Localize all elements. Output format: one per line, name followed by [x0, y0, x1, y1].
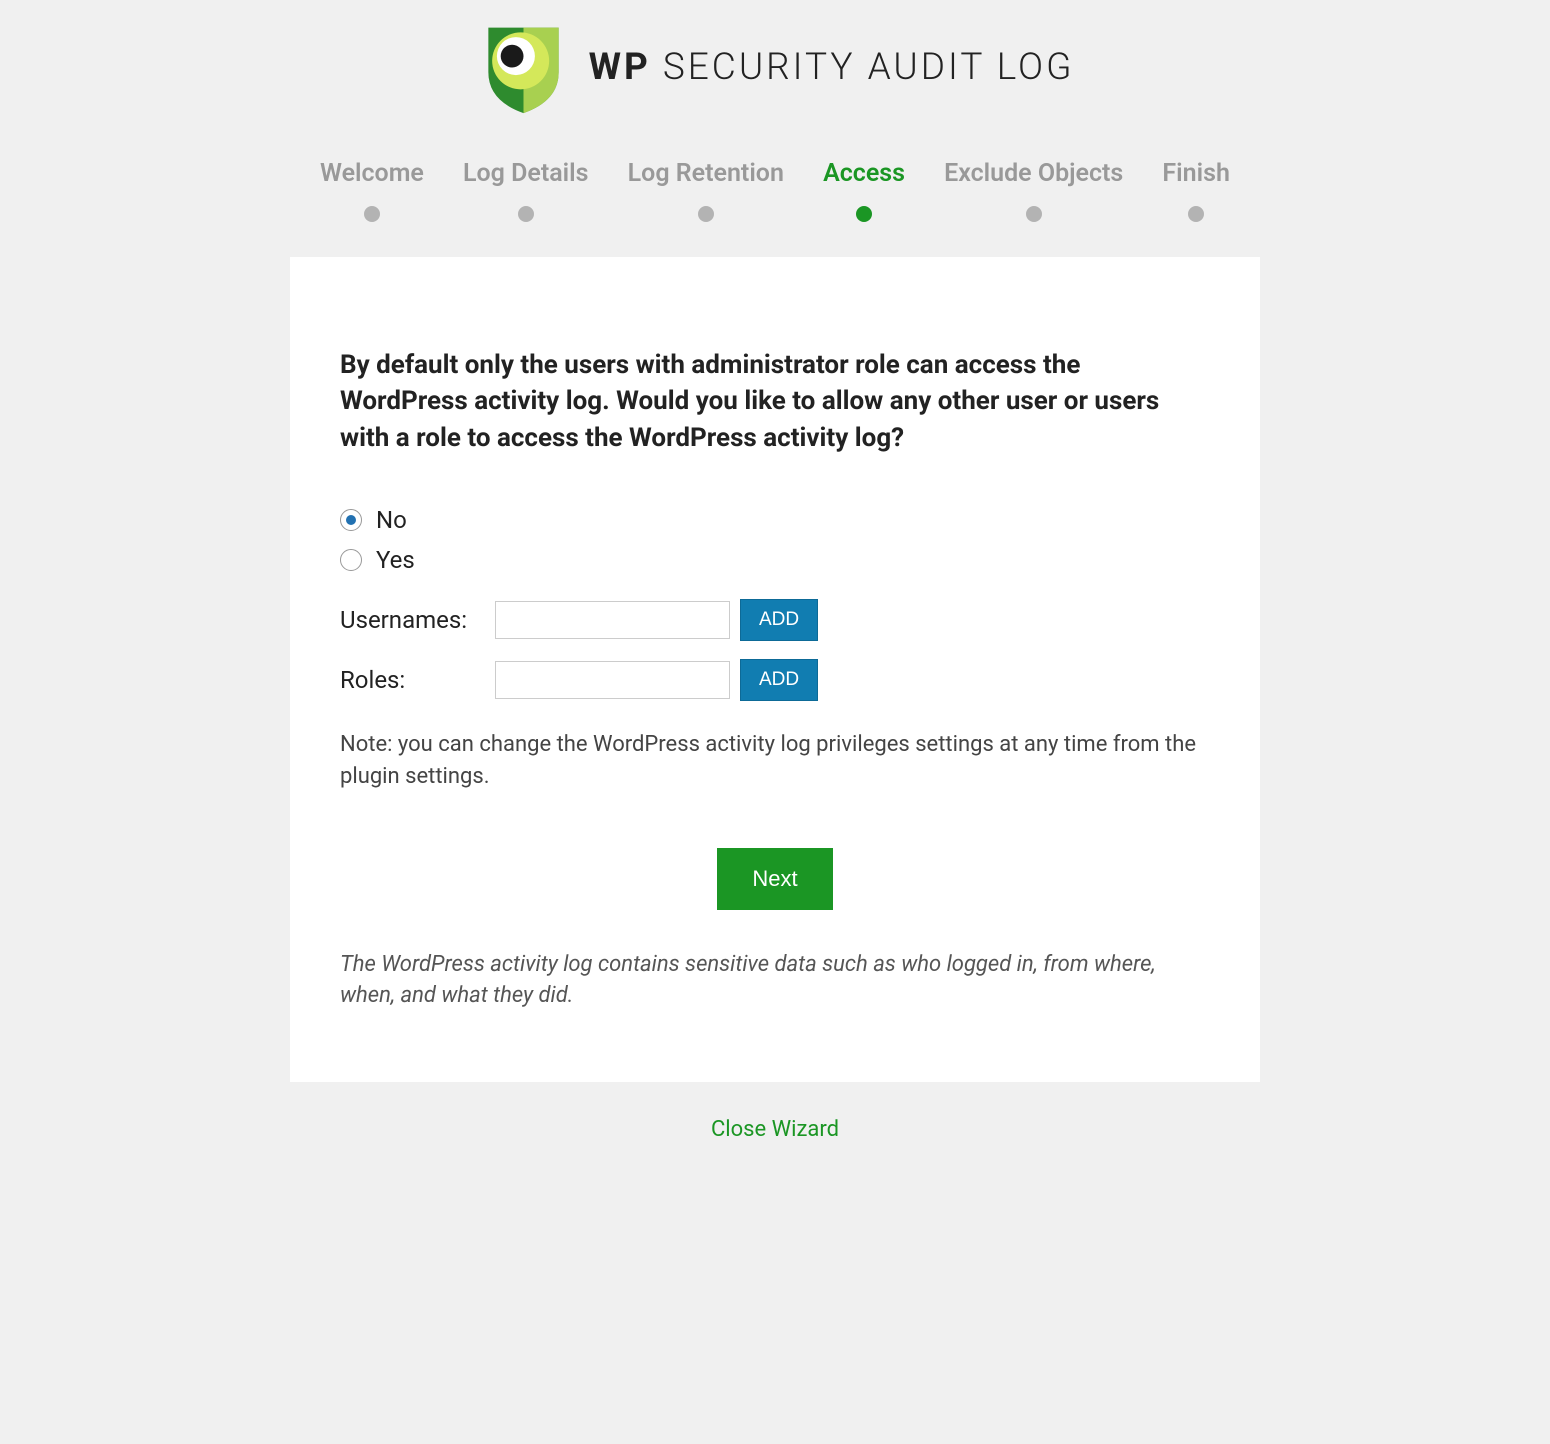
shield-icon	[476, 20, 571, 115]
step-log-retention[interactable]: Log Retention	[628, 159, 784, 222]
radio-option-no[interactable]: No	[340, 506, 1210, 534]
roles-row: Roles: ADD	[340, 659, 1210, 701]
note-text: Note: you can change the WordPress activ…	[340, 729, 1210, 793]
logo-text: WP SECURITY AUDIT LOG	[589, 46, 1075, 89]
close-wizard-wrapper: Close Wizard	[290, 1117, 1260, 1142]
roles-input[interactable]	[495, 661, 730, 699]
usernames-row: Usernames: ADD	[340, 599, 1210, 641]
close-wizard-link[interactable]: Close Wizard	[711, 1117, 839, 1142]
add-username-button[interactable]: ADD	[740, 599, 818, 641]
step-welcome[interactable]: Welcome	[320, 159, 424, 222]
step-dot-icon	[364, 206, 380, 222]
next-button[interactable]: Next	[717, 848, 832, 910]
step-dot-icon	[518, 206, 534, 222]
add-role-button[interactable]: ADD	[740, 659, 818, 701]
question-heading: By default only the users with administr…	[340, 347, 1210, 456]
roles-label: Roles:	[340, 666, 485, 694]
step-access[interactable]: Access	[823, 159, 905, 222]
step-finish[interactable]: Finish	[1162, 159, 1230, 222]
usernames-label: Usernames:	[340, 606, 485, 634]
step-dot-icon	[1026, 206, 1042, 222]
usernames-input[interactable]	[495, 601, 730, 639]
step-dot-icon	[1188, 206, 1204, 222]
caption-text: The WordPress activity log contains sens…	[340, 950, 1210, 1012]
step-log-details[interactable]: Log Details	[463, 159, 589, 222]
radio-option-yes[interactable]: Yes	[340, 546, 1210, 574]
radio-input-yes[interactable]	[340, 549, 362, 571]
next-wrapper: Next	[340, 848, 1210, 910]
wizard-panel: By default only the users with administr…	[290, 257, 1260, 1082]
step-dot-icon	[856, 206, 872, 222]
radio-input-no[interactable]	[340, 509, 362, 531]
logo: WP SECURITY AUDIT LOG	[476, 20, 1075, 115]
radio-group: No Yes	[340, 506, 1210, 574]
step-exclude-objects[interactable]: Exclude Objects	[944, 159, 1123, 222]
step-dot-icon	[698, 206, 714, 222]
logo-wrapper: WP SECURITY AUDIT LOG	[290, 20, 1260, 119]
wizard-steps: Welcome Log Details Log Retention Access…	[290, 159, 1260, 222]
